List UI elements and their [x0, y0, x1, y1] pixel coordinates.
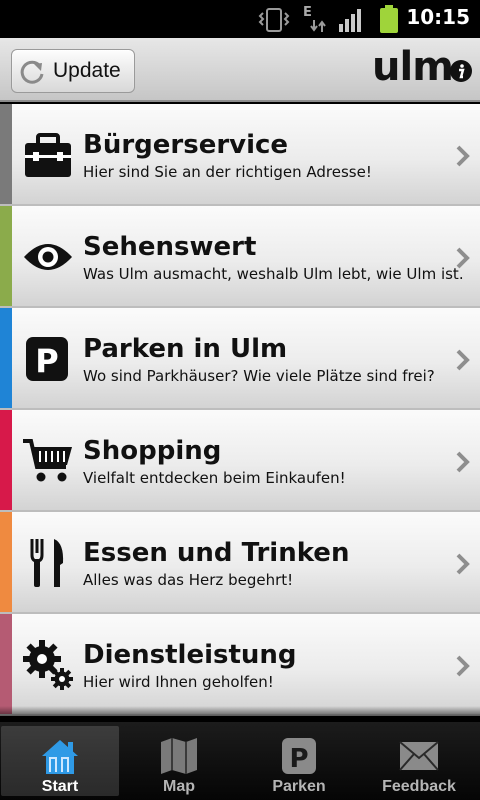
- tab-start[interactable]: Start: [1, 726, 119, 796]
- tab-feedback[interactable]: Feedback: [360, 726, 478, 796]
- status-bar: E 10:15: [0, 0, 480, 38]
- home-icon: [42, 740, 78, 774]
- menu-item-description: Vielfalt entdecken beim Einkaufen!: [83, 469, 346, 487]
- briefcase-icon: [25, 133, 71, 177]
- menu-item-description: Wo sind Parkhäuser? Wie viele Plätze sin…: [83, 367, 435, 385]
- menu-item-dienstleistung[interactable]: Dienstleistung Hier wird Ihnen geholfen!: [0, 614, 480, 714]
- menu-item-title: Sehenswert: [83, 232, 257, 262]
- tab-label: Map: [163, 778, 195, 795]
- parking-icon: P: [282, 738, 316, 774]
- category-stripe: [0, 614, 12, 714]
- menu-item-description: Alles was das Herz begehrt!: [83, 571, 294, 589]
- tab-label: Feedback: [382, 778, 456, 795]
- tab-map[interactable]: Map: [120, 726, 238, 796]
- menu-item-title: Parken in Ulm: [83, 334, 288, 364]
- chevron-right-icon: [456, 553, 470, 575]
- svg-text:P: P: [289, 744, 308, 774]
- parking-icon: P: [26, 337, 68, 381]
- menu-item-title: Shopping: [83, 436, 222, 466]
- menu-item-title: Bürgerservice: [83, 130, 289, 160]
- category-stripe: [0, 308, 12, 408]
- update-button[interactable]: Update: [11, 49, 135, 93]
- menu-item-buergerservice[interactable]: Bürgerservice Hier sind Sie an der richt…: [0, 104, 480, 204]
- cart-icon: [23, 439, 72, 482]
- tab-label: Start: [41, 778, 79, 795]
- main-menu: Bürgerservice Hier sind Sie an der richt…: [0, 104, 480, 716]
- menu-item-parken[interactable]: P Parken in Ulm Wo sind Parkhäuser? Wie …: [0, 308, 480, 408]
- menu-item-description: Was Ulm ausmacht, weshalb Ulm lebt, wie …: [83, 265, 464, 283]
- tab-parken[interactable]: P Parken: [240, 726, 358, 796]
- menu-item-title: Essen und Trinken: [83, 538, 350, 568]
- chevron-right-icon: [456, 655, 470, 677]
- category-stripe: [0, 206, 12, 306]
- info-icon[interactable]: [450, 60, 472, 82]
- chevron-right-icon: [456, 247, 470, 269]
- category-stripe: [0, 410, 12, 510]
- app-header: Update ulm: [0, 38, 480, 102]
- menu-item-description: Hier wird Ihnen geholfen!: [83, 673, 274, 691]
- svg-text:P: P: [35, 342, 58, 380]
- menu-item-title: Dienstleistung: [83, 640, 297, 670]
- chevron-right-icon: [456, 145, 470, 167]
- refresh-icon: [20, 60, 44, 84]
- menu-item-essen-und-trinken[interactable]: Essen und Trinken Alles was das Herz beg…: [0, 512, 480, 612]
- tab-label: Parken: [272, 778, 326, 795]
- update-button-label: Update: [53, 59, 121, 82]
- eye-icon: [24, 244, 72, 270]
- network-e-icon: E: [302, 5, 326, 33]
- gears-icon: [23, 640, 73, 690]
- ulm-logo: ulm: [372, 44, 454, 90]
- signal-icon: [339, 9, 361, 32]
- category-stripe: [0, 104, 12, 204]
- menu-item-sehenswert[interactable]: Sehenswert Was Ulm ausmacht, weshalb Ulm…: [0, 206, 480, 306]
- map-icon: [161, 738, 197, 774]
- network-type-label: E: [303, 5, 312, 20]
- chevron-right-icon: [456, 349, 470, 371]
- vibrate-icon: [258, 8, 290, 32]
- battery-icon: [380, 5, 398, 33]
- status-time: 10:15: [406, 5, 470, 29]
- menu-item-shopping[interactable]: Shopping Vielfalt entdecken beim Einkauf…: [0, 410, 480, 510]
- bottom-tab-bar: Start Map P Parken Feedback: [0, 722, 480, 800]
- chevron-right-icon: [456, 451, 470, 473]
- mail-icon: [399, 741, 439, 771]
- menu-item-description: Hier sind Sie an der richtigen Adresse!: [83, 163, 372, 181]
- category-stripe: [0, 512, 12, 612]
- fork-knife-icon: [30, 539, 64, 587]
